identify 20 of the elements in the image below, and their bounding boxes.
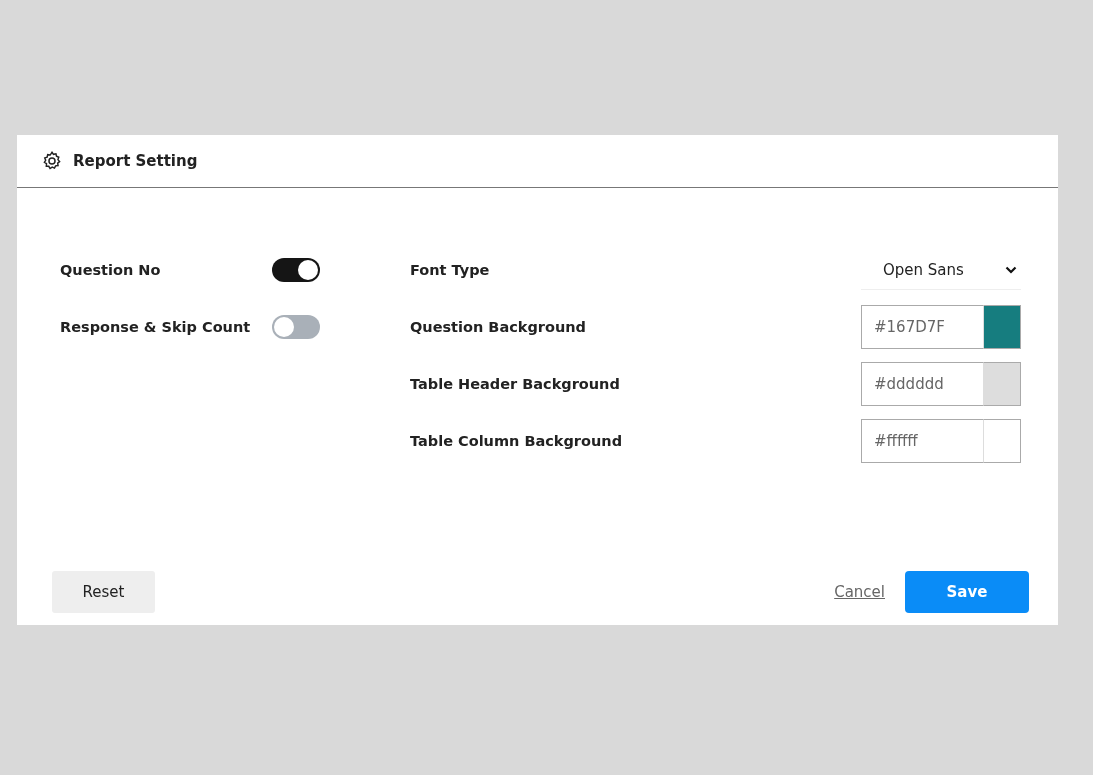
setting-label: Font Type (410, 262, 490, 278)
setting-label: Question Background (410, 319, 586, 335)
dialog-title: Report Setting (73, 152, 198, 170)
reset-button[interactable]: Reset (52, 571, 155, 613)
toggle-label: Response & Skip Count (60, 319, 252, 335)
cancel-link[interactable]: Cancel (834, 571, 885, 613)
color-input[interactable]: #dddddd (861, 362, 983, 406)
save-button[interactable]: Save (905, 571, 1029, 613)
chevron-down-icon (1005, 265, 1017, 274)
color-input[interactable]: #167D7F (861, 305, 983, 349)
color-swatch[interactable] (983, 419, 1021, 463)
setting-label: Table Column Background (410, 433, 622, 449)
color-input[interactable]: #ffffff (861, 419, 983, 463)
setting-label: Table Header Background (410, 376, 620, 392)
color-swatch[interactable] (983, 305, 1021, 349)
color-swatch[interactable] (983, 362, 1021, 406)
toggle-switch[interactable] (272, 315, 320, 339)
toggle-switch[interactable] (272, 258, 320, 282)
toggle-label: Question No (60, 262, 162, 278)
settings-icon (41, 150, 63, 172)
